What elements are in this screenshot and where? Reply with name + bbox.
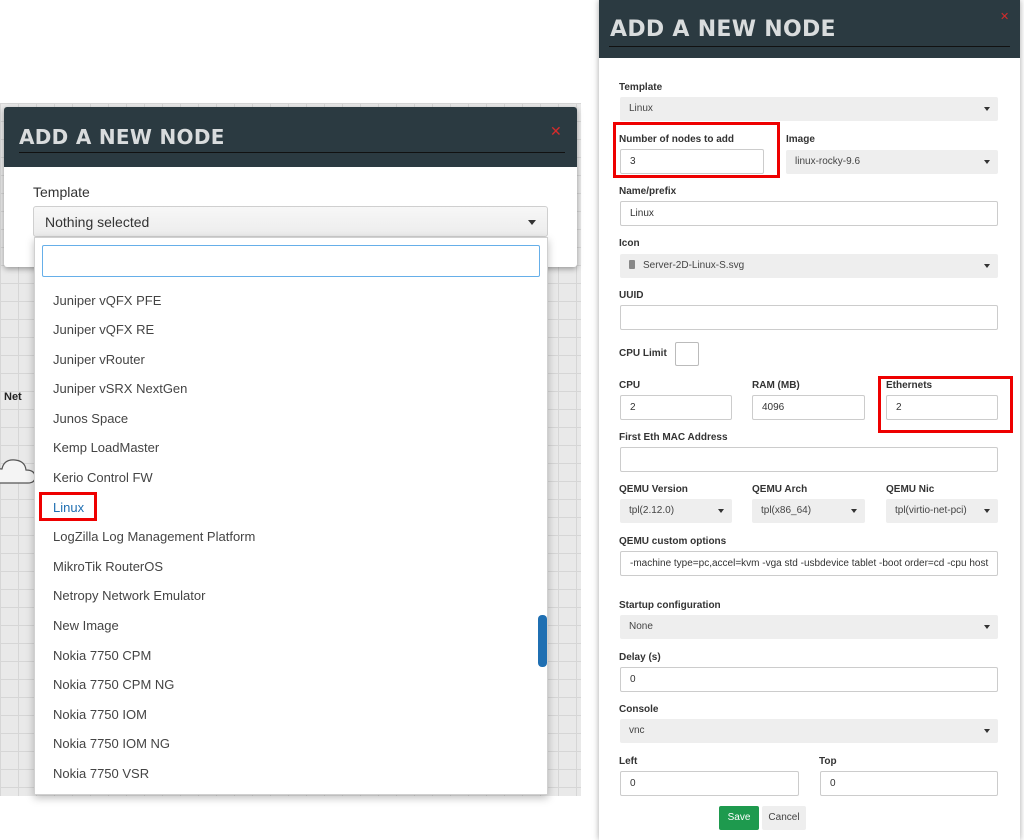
qemu-nic-value: tpl(virtio-net-pci) — [895, 505, 967, 516]
left-label: Left — [619, 756, 638, 767]
close-icon[interactable]: ✕ — [550, 124, 562, 138]
dropdown-item[interactable]: Nokia 7750 VSR — [53, 766, 149, 782]
chevron-down-icon — [984, 729, 990, 733]
header-divider — [19, 152, 565, 153]
qemu-custom-input[interactable]: -machine type=pc,accel=kvm -vga std -usb… — [620, 551, 998, 576]
dialog-title: ADD A NEW NODE — [610, 17, 836, 42]
template-dropdown: Juniper vQFX PFE Juniper vQFX RE Juniper… — [34, 237, 548, 795]
console-select[interactable]: vnc — [620, 719, 998, 743]
cpu-limit-checkbox[interactable] — [675, 342, 699, 366]
header-divider — [609, 46, 1010, 47]
chevron-down-icon — [984, 264, 990, 268]
ram-input[interactable]: 4096 — [752, 395, 865, 420]
qemu-version-select[interactable]: tpl(2.12.0) — [620, 499, 732, 523]
template-select-value: Nothing selected — [45, 214, 150, 230]
cancel-button[interactable]: Cancel — [762, 806, 806, 830]
icon-select-value: Server-2D-Linux-S.svg — [643, 260, 745, 271]
image-select[interactable]: linux-rocky-9.6 — [786, 150, 998, 174]
highlight-box-linux — [39, 492, 97, 521]
qemu-arch-value: tpl(x86_64) — [761, 505, 812, 516]
chevron-down-icon — [984, 509, 990, 513]
template-label: Template — [33, 184, 90, 200]
ethernets-input[interactable]: 2 — [886, 395, 998, 420]
uuid-input[interactable] — [620, 305, 998, 330]
chevron-down-icon — [984, 107, 990, 111]
cloud-icon[interactable] — [0, 455, 38, 489]
chevron-down-icon — [718, 509, 724, 513]
num-nodes-input[interactable]: 3 — [620, 149, 764, 174]
delay-input[interactable]: 0 — [620, 667, 998, 692]
chevron-down-icon — [984, 625, 990, 629]
console-value: vnc — [629, 725, 645, 736]
dropdown-item[interactable]: Juniper vSRX NextGen — [53, 381, 187, 397]
delay-label: Delay (s) — [619, 652, 661, 663]
dropdown-item[interactable]: Nokia 7750 CPM — [53, 648, 151, 664]
ethernets-label: Ethernets — [886, 380, 933, 391]
startup-config-select[interactable]: None — [620, 615, 998, 639]
template-search-input[interactable] — [42, 245, 540, 277]
dropdown-item[interactable]: Nokia 7750 CPM NG — [53, 677, 174, 693]
qemu-nic-label: QEMU Nic — [886, 484, 935, 495]
mac-label: First Eth MAC Address — [619, 432, 728, 443]
qemu-arch-select[interactable]: tpl(x86_64) — [752, 499, 865, 523]
canvas-node-label: Net — [4, 391, 22, 403]
dropdown-item[interactable]: New Image — [53, 618, 119, 634]
dropdown-item[interactable]: LogZilla Log Management Platform — [53, 529, 255, 545]
console-label: Console — [619, 704, 659, 715]
cpu-input[interactable]: 2 — [620, 395, 732, 420]
save-button[interactable]: Save — [719, 806, 759, 830]
dropdown-scrollbar[interactable] — [537, 282, 547, 794]
startup-config-value: None — [629, 621, 653, 632]
uuid-label: UUID — [619, 290, 644, 301]
image-label: Image — [786, 134, 815, 145]
dropdown-scrollbar-thumb[interactable] — [538, 615, 547, 667]
dropdown-item[interactable]: Junos Space — [53, 411, 128, 427]
dropdown-item[interactable]: Kemp LoadMaster — [53, 440, 159, 456]
top-label: Top — [819, 756, 837, 767]
chevron-down-icon — [984, 160, 990, 164]
dropdown-item[interactable]: Nokia 7750 IOM — [53, 707, 147, 723]
dialog-header: ADD A NEW NODE ✕ — [4, 107, 577, 167]
dialog-header: ADD A NEW NODE — [599, 0, 1020, 58]
dropdown-item[interactable]: Netropy Network Emulator — [53, 588, 205, 604]
dropdown-item[interactable]: Juniper vRouter — [53, 352, 145, 368]
file-icon — [629, 260, 635, 269]
left-input[interactable]: 0 — [620, 771, 799, 796]
chevron-down-icon — [528, 220, 536, 225]
icon-select[interactable]: Server-2D-Linux-S.svg — [620, 254, 998, 278]
dropdown-item[interactable]: Juniper vQFX RE — [53, 322, 154, 338]
add-node-dialog-right: ADD A NEW NODE ✕ Template Linux Number o… — [599, 0, 1020, 840]
mac-input[interactable] — [620, 447, 998, 472]
ram-label: RAM (MB) — [752, 380, 800, 391]
template-select[interactable]: Linux — [620, 97, 998, 121]
top-input[interactable]: 0 — [820, 771, 998, 796]
dropdown-item[interactable]: Nokia 7750 IOM NG — [53, 736, 170, 752]
dialog-title: ADD A NEW NODE — [19, 125, 225, 149]
qemu-custom-label: QEMU custom options — [619, 536, 727, 547]
qemu-version-value: tpl(2.12.0) — [629, 505, 675, 516]
template-label: Template — [619, 82, 663, 93]
name-prefix-label: Name/prefix — [619, 186, 677, 197]
name-prefix-input[interactable]: Linux — [620, 201, 998, 226]
startup-config-label: Startup configuration — [619, 600, 721, 611]
qemu-arch-label: QEMU Arch — [752, 484, 808, 495]
template-select-value: Linux — [629, 103, 653, 114]
qemu-nic-select[interactable]: tpl(virtio-net-pci) — [886, 499, 998, 523]
close-icon[interactable]: ✕ — [1000, 12, 1009, 23]
chevron-down-icon — [851, 509, 857, 513]
dropdown-item[interactable]: Juniper vQFX PFE — [53, 293, 161, 309]
icon-label: Icon — [619, 238, 640, 249]
cpu-label: CPU — [619, 380, 641, 391]
template-select[interactable]: Nothing selected — [33, 206, 548, 237]
qemu-version-label: QEMU Version — [619, 484, 688, 495]
image-select-value: linux-rocky-9.6 — [795, 156, 861, 167]
dropdown-item[interactable]: MikroTik RouterOS — [53, 559, 163, 575]
cpu-limit-label: CPU Limit — [619, 348, 667, 359]
dropdown-item[interactable]: Kerio Control FW — [53, 470, 153, 486]
num-nodes-label: Number of nodes to add — [619, 134, 734, 145]
